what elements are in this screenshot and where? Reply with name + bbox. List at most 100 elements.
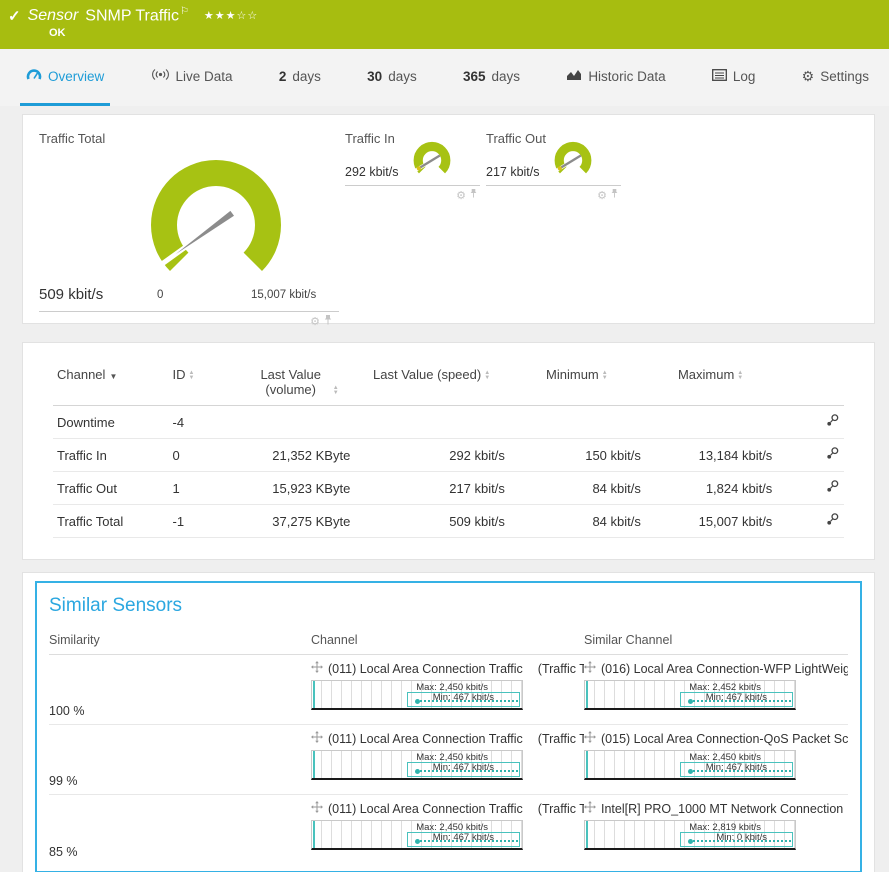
col-header-minimum[interactable]: Minimum▲▼	[509, 363, 645, 406]
divider	[39, 311, 339, 312]
col-header-maximum[interactable]: Maximum▲▼	[645, 363, 776, 406]
maximum-value: 1,824 kbit/s	[645, 472, 776, 505]
tab-365-days[interactable]: 365 days	[457, 49, 526, 106]
channel-id: 1	[169, 472, 237, 505]
similar-channel-link[interactable]: Intel[R] PRO_1000 MT Network Connection …	[584, 800, 848, 817]
tab-overview[interactable]: Overview	[20, 49, 110, 106]
similar-channel-mini-graph[interactable]: Max: 2,452 kbit/s Min: 467 kbit/s	[584, 680, 796, 710]
channel-name: Downtime	[53, 406, 169, 439]
channel-mini-graph[interactable]: Max: 2,450 kbit/s Min: 467 kbit/s	[311, 680, 523, 710]
gauge-scale-max: 15,007 kbit/s	[251, 289, 316, 301]
channel-name: Traffic Out	[53, 472, 169, 505]
gear-icon[interactable]: ⚙	[310, 315, 320, 328]
graph-min-label: Min: 467 kbit/s	[706, 692, 767, 703]
similar-sensor-row: 100 % (011) Local Area Connection Traffi…	[49, 655, 848, 725]
status-check-icon: ✓	[8, 7, 21, 25]
move-icon[interactable]	[584, 661, 596, 676]
traffic-out-gauge-graphic[interactable]	[550, 135, 596, 181]
channel-table-panel: Channel▼ ID▲▼ Last Value (volume)▲▼ Last…	[22, 342, 875, 560]
move-icon[interactable]	[311, 801, 323, 816]
col-header-last-value-volume[interactable]: Last Value (volume)▲▼	[236, 363, 354, 406]
log-list-icon	[712, 69, 727, 84]
col-header-last-value-speed[interactable]: Last Value (speed)▲▼	[354, 363, 509, 406]
similar-channel-link[interactable]: (016) Local Area Connection-WFP LightWei…	[584, 660, 848, 677]
last-value-volume: 15,923 KByte	[236, 472, 354, 505]
tab-live-data[interactable]: Live Data	[145, 49, 239, 106]
channel-mini-graph[interactable]: Max: 2,450 kbit/s Min: 467 kbit/s	[311, 820, 523, 850]
similar-channel-mini-graph[interactable]: Max: 2,450 kbit/s Min: 467 kbit/s	[584, 750, 796, 780]
channel-settings-icon[interactable]	[825, 416, 840, 431]
tab-2-days[interactable]: 2 days	[273, 49, 327, 106]
move-icon[interactable]	[584, 801, 596, 816]
channel-link[interactable]: (011) Local Area Connection Traffic (Tra…	[311, 730, 584, 747]
similar-channel-link[interactable]: (015) Local Area Connection-QoS Packet S…	[584, 730, 848, 747]
channel-id: -1	[169, 505, 237, 538]
traffic-total-gauge-graphic[interactable]	[131, 145, 301, 295]
similarity-value: 85 %	[49, 845, 78, 859]
last-value-speed: 509 kbit/s	[354, 505, 509, 538]
traffic-in-gauge-graphic[interactable]	[409, 135, 455, 181]
channel-link[interactable]: (011) Local Area Connection Traffic (Tra…	[311, 800, 584, 817]
channel-id: -4	[169, 406, 237, 439]
graph-min-label: Min: 0 kbit/s	[716, 832, 767, 843]
priority-stars[interactable]: ★★★☆☆	[204, 9, 258, 22]
channel-settings-icon[interactable]	[825, 515, 840, 530]
last-value-speed	[354, 406, 509, 439]
sensor-type-label: Sensor	[28, 7, 79, 25]
pin-icon[interactable]	[323, 314, 333, 329]
gear-icon[interactable]: ⚙	[456, 189, 466, 202]
gear-icon[interactable]: ⚙	[597, 189, 607, 202]
gauge-traffic-in[interactable]: Traffic In 292 kbit/s ⚙	[345, 129, 480, 309]
move-icon[interactable]	[584, 731, 596, 746]
traffic-in-value: 292 kbit/s	[345, 165, 399, 179]
channel-name: Traffic Total	[53, 505, 169, 538]
col-header-channel[interactable]: Channel▼	[53, 363, 169, 406]
live-signal-icon	[151, 68, 170, 84]
channel-name: Traffic In	[53, 439, 169, 472]
gauge-traffic-out[interactable]: Traffic Out 217 kbit/s ⚙	[486, 129, 621, 309]
traffic-out-value: 217 kbit/s	[486, 165, 540, 179]
flag-icon: ⚐	[180, 6, 189, 17]
pin-icon[interactable]	[469, 188, 478, 202]
maximum-value: 13,184 kbit/s	[645, 439, 776, 472]
similar-channel-mini-graph[interactable]: Max: 2,819 kbit/s Min: 0 kbit/s	[584, 820, 796, 850]
sort-icon: ▲▼	[737, 371, 743, 381]
similarity-value: 99 %	[49, 774, 78, 788]
move-icon[interactable]	[311, 731, 323, 746]
tab-30-days[interactable]: 30 days	[361, 49, 423, 106]
gauges-panel: Traffic Total 0 15,007 kbit/s 509 kbit/s…	[22, 114, 875, 324]
gauge-title: Traffic Total	[39, 131, 105, 146]
similar-table-header: Similarity Channel Similar Channel	[49, 633, 848, 655]
move-icon[interactable]	[311, 661, 323, 676]
gauge-title: Traffic In	[345, 131, 395, 146]
gauge-traffic-total[interactable]: Traffic Total 0 15,007 kbit/s 509 kbit/s…	[39, 129, 339, 309]
minimum-value: 150 kbit/s	[509, 439, 645, 472]
chart-icon	[566, 68, 582, 84]
channel-settings-icon[interactable]	[825, 449, 840, 464]
col-header-id[interactable]: ID▲▼	[169, 363, 237, 406]
status-badge: OK	[49, 27, 879, 39]
channel-link[interactable]: (011) Local Area Connection Traffic (Tra…	[311, 660, 584, 677]
col-header-actions	[776, 363, 844, 406]
channel-mini-graph[interactable]: Max: 2,450 kbit/s Min: 467 kbit/s	[311, 750, 523, 780]
divider	[345, 185, 480, 186]
graph-min-label: Min: 467 kbit/s	[706, 762, 767, 773]
tab-log[interactable]: Log	[706, 49, 762, 106]
sort-icon: ▲▼	[602, 371, 608, 381]
last-value-volume	[236, 406, 354, 439]
similarity-value: 100 %	[49, 704, 84, 718]
tab-historic-data[interactable]: Historic Data	[560, 49, 671, 106]
divider	[486, 185, 621, 186]
graph-min-label: Min: 467 kbit/s	[433, 762, 494, 773]
sort-icon: ▲▼	[484, 371, 490, 381]
sort-desc-icon: ▼	[109, 372, 117, 381]
graph-min-label: Min: 467 kbit/s	[433, 692, 494, 703]
tab-bar: Overview Live Data 2 days 30 days 365 da…	[0, 49, 889, 106]
sort-icon: ▲▼	[333, 386, 339, 396]
tab-settings[interactable]: ⚙ Settings	[796, 49, 875, 106]
similar-sensors-title: Similar Sensors	[49, 595, 848, 617]
minimum-value	[509, 406, 645, 439]
channel-settings-icon[interactable]	[825, 482, 840, 497]
pin-icon[interactable]	[610, 188, 619, 202]
similar-sensor-row: 85 % (011) Local Area Connection Traffic…	[49, 795, 848, 865]
